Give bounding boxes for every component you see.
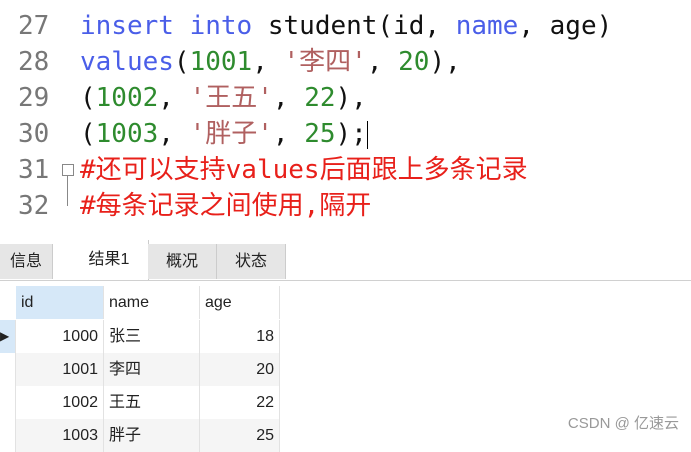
code-text: insert into student(id, name, age) xyxy=(80,8,612,44)
cell-name[interactable]: 王五 xyxy=(104,386,200,419)
cell-age[interactable]: 22 xyxy=(200,386,280,419)
row-indicator[interactable] xyxy=(0,386,16,419)
table-header: id name age xyxy=(0,286,280,319)
cell-age[interactable]: 20 xyxy=(200,353,280,386)
code-token: , xyxy=(252,47,284,77)
code-text: values(1001, '李四', 20), xyxy=(80,44,461,80)
code-token: values xyxy=(80,47,174,77)
tab-info[interactable]: 信息 xyxy=(0,244,53,279)
code-token: 25 xyxy=(304,119,336,149)
code-token: ); xyxy=(335,119,367,149)
line-number: 32 xyxy=(18,191,50,221)
sql-editor[interactable]: 27 insert into student(id, name, age) 28 va… xyxy=(0,0,691,236)
code-token: ), xyxy=(429,47,461,77)
code-token: #每条记录之间使用,隔开 xyxy=(80,191,372,221)
code-token: 22 xyxy=(304,83,336,113)
cell-id[interactable]: 1002 xyxy=(16,386,104,419)
code-text: #每条记录之间使用,隔开 xyxy=(80,188,371,224)
column-header-name[interactable]: name xyxy=(104,286,200,319)
result-tabs: 信息 结果1 概况 状态 xyxy=(0,240,691,281)
code-token: , xyxy=(366,47,399,77)
line-number: 30 xyxy=(18,119,50,149)
code-token: , xyxy=(158,119,190,149)
code-token: #还可以支持values后面跟上多条记录 xyxy=(80,155,528,185)
code-token: ( xyxy=(80,83,96,113)
line-number: 31 xyxy=(18,155,50,185)
row-indicator[interactable] xyxy=(0,419,16,452)
code-text: #还可以支持values后面跟上多条记录 xyxy=(80,152,528,188)
line-number: 29 xyxy=(18,83,50,113)
code-token: 20 xyxy=(398,47,430,77)
code-token: insert xyxy=(80,11,174,41)
cell-age[interactable]: 25 xyxy=(200,419,280,452)
cell-name[interactable]: 李四 xyxy=(104,353,200,386)
tab-status[interactable]: 状态 xyxy=(217,244,286,279)
cell-age[interactable]: 18 xyxy=(200,320,280,353)
code-token: ), xyxy=(335,83,367,113)
code-token: '胖子' xyxy=(189,119,273,149)
code-token: , xyxy=(272,83,305,113)
tab-profile[interactable]: 概况 xyxy=(148,244,217,279)
line-number: 28 xyxy=(18,47,50,77)
code-token: 1003 xyxy=(95,119,159,149)
code-token: name xyxy=(455,11,519,41)
tab-result1[interactable]: 结果1 xyxy=(70,240,149,280)
cell-id[interactable]: 1000 xyxy=(16,320,104,353)
code-token: into xyxy=(189,11,253,41)
code-token: 1001 xyxy=(189,47,253,77)
line-number: 27 xyxy=(18,11,50,41)
code-text: (1003, '胖子', 25); xyxy=(80,116,368,152)
row-indicator[interactable] xyxy=(0,353,16,386)
cell-name[interactable]: 张三 xyxy=(104,320,200,353)
table-row[interactable]: 1001 李四 20 xyxy=(0,353,280,386)
text-cursor xyxy=(366,120,368,149)
code-token: student(id, xyxy=(252,11,456,41)
table-row[interactable]: 1002 王五 22 xyxy=(0,386,280,419)
cell-id[interactable]: 1001 xyxy=(16,353,104,386)
code-token: 1002 xyxy=(95,83,159,113)
fold-toggle-icon[interactable] xyxy=(62,164,74,176)
code-token: , xyxy=(272,119,305,149)
code-token: ( xyxy=(173,47,190,77)
column-header-id[interactable]: id xyxy=(16,286,104,319)
column-header-age[interactable]: age xyxy=(200,286,280,319)
table-row[interactable]: ▶ 1000 张三 18 xyxy=(0,320,280,353)
code-token: '王五' xyxy=(189,83,273,113)
watermark: CSDN @ 亿速云 xyxy=(567,415,679,432)
cell-name[interactable]: 胖子 xyxy=(104,419,200,452)
row-indicator[interactable]: ▶ xyxy=(0,320,16,353)
code-token: , xyxy=(158,83,190,113)
code-token: '李四' xyxy=(283,47,367,77)
code-token: ( xyxy=(80,119,96,149)
code-token: , age) xyxy=(518,11,613,41)
fold-line xyxy=(67,176,68,206)
code-text: (1002, '王五', 22), xyxy=(80,80,367,116)
cell-id[interactable]: 1003 xyxy=(16,419,104,452)
table-row[interactable]: 1003 胖子 25 xyxy=(0,419,280,452)
